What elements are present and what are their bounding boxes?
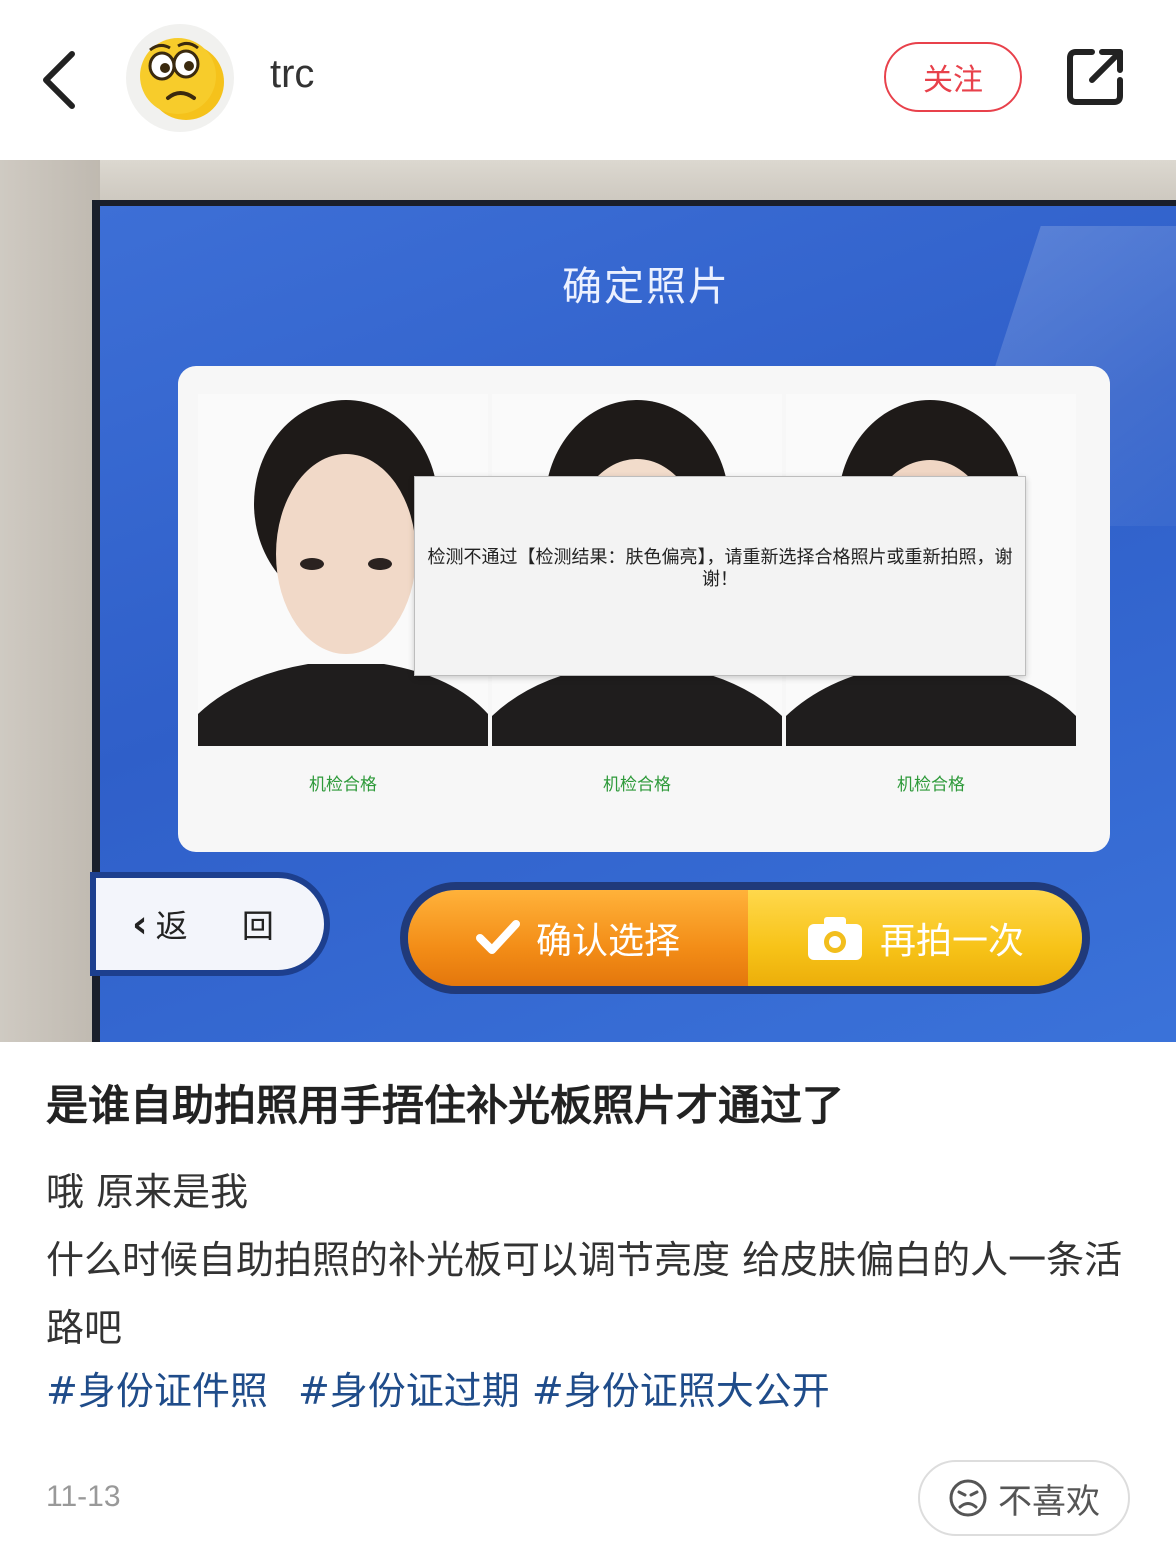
hashtag-link[interactable]: #身份证照大公开 — [532, 1369, 830, 1413]
post-body-line: 哦 原来是我 — [46, 1170, 249, 1214]
verdict-label: 机检合格 — [897, 775, 965, 795]
follow-button[interactable]: 关注 — [884, 42, 1022, 112]
hashtag-link[interactable]: #身份证件照 — [46, 1369, 268, 1413]
return-label: 返 回 — [155, 907, 296, 945]
chevron-left-icon: ‹ — [132, 902, 148, 946]
post-image[interactable]: 确定照片 机检合格 机检合格 机检合格 检测不通过【检测结果：肤色偏亮】，请重新… — [0, 160, 1176, 1042]
share-icon — [1067, 49, 1123, 105]
hashtag-list: #身份证件照 #身份证过期 #身份证照大公开 — [46, 1360, 848, 1415]
retake-photo-button: 再拍一次 — [748, 890, 1082, 986]
worried-face-icon — [140, 38, 224, 120]
return-button: ‹ 返 回 — [90, 872, 330, 976]
post-body-line: 什么时候自助拍照的补光板可以调节亮度 给皮肤偏白的人一条活路吧 — [46, 1238, 1123, 1350]
camera-icon — [807, 917, 862, 960]
checkmark-icon — [475, 920, 520, 954]
chevron-left-icon — [43, 51, 75, 109]
share-button[interactable] — [1062, 44, 1128, 110]
post-date: 11-13 — [46, 1480, 121, 1513]
verdict-label: 机检合格 — [309, 775, 377, 795]
error-dialog: 检测不通过【检测结果：肤色偏亮】，请重新选择合格照片或重新拍照，谢谢！ — [414, 476, 1026, 676]
hashtag-link[interactable]: #身份证过期 — [298, 1369, 520, 1413]
kiosk-frame-left — [0, 160, 100, 1042]
verdict-label: 机检合格 — [603, 775, 671, 795]
back-button[interactable] — [30, 40, 100, 120]
username[interactable]: trc — [270, 52, 314, 97]
confirm-selection-button: 确认选择 — [408, 890, 748, 986]
dislike-label: 不喜欢 — [998, 1481, 1100, 1522]
kiosk-screen: 确定照片 机检合格 机检合格 机检合格 检测不通过【检测结果：肤色偏亮】，请重新… — [90, 200, 1176, 1042]
photo-selection-panel: 机检合格 机检合格 机检合格 检测不通过【检测结果：肤色偏亮】，请重新选择合格照… — [178, 366, 1110, 852]
post-header: trc 关注 — [0, 0, 1176, 160]
avatar[interactable] — [126, 24, 234, 132]
post-title: 是谁自助拍照用手捂住补光板照片才通过了 — [46, 1081, 845, 1130]
screen-title: 确定照片 — [562, 264, 730, 310]
post-body: 哦 原来是我 什么时候自助拍照的补光板可以调节亮度 给皮肤偏白的人一条活路吧 — [46, 1158, 1136, 1362]
sad-face-icon — [949, 1479, 987, 1517]
retake-photo-label: 再拍一次 — [879, 921, 1024, 962]
action-button-group: 确认选择 再拍一次 — [400, 882, 1090, 994]
dislike-button[interactable]: 不喜欢 — [918, 1460, 1130, 1536]
confirm-selection-label: 确认选择 — [535, 921, 680, 962]
